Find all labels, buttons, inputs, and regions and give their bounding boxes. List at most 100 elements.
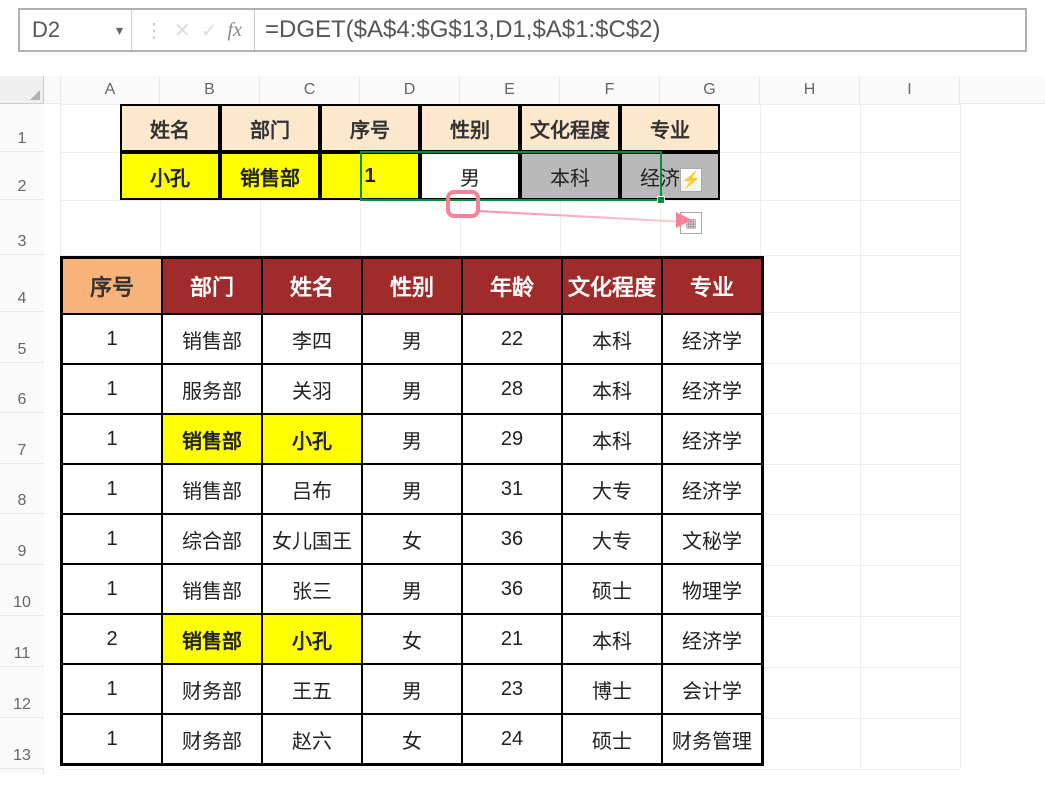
table-cell[interactable]: 本科 xyxy=(562,614,662,664)
table-cell[interactable]: 1 xyxy=(62,314,162,364)
criteria-header-cell[interactable]: 性别 xyxy=(420,104,520,152)
table-cell[interactable]: 36 xyxy=(462,514,562,564)
table-cell[interactable]: 赵六 xyxy=(262,714,362,764)
table-cell[interactable]: 1 xyxy=(62,564,162,614)
criteria-header-cell[interactable]: 序号 xyxy=(320,104,420,152)
table-cell[interactable]: 1 xyxy=(62,514,162,564)
table-header-cell[interactable]: 文化程度 xyxy=(562,258,662,314)
formula-input[interactable]: =DGET($A$4:$G$13,D1,$A$1:$C$2) xyxy=(255,10,1025,50)
table-cell[interactable]: 29 xyxy=(462,414,562,464)
row-header[interactable]: 2 xyxy=(0,152,44,200)
table-cell[interactable]: 综合部 xyxy=(162,514,262,564)
fx-icon[interactable]: fx xyxy=(228,19,242,42)
table-cell[interactable]: 博士 xyxy=(562,664,662,714)
table-cell[interactable]: 销售部 xyxy=(162,614,262,664)
table-cell[interactable]: 销售部 xyxy=(162,464,262,514)
chevron-down-icon[interactable]: ▾ xyxy=(116,22,123,39)
column-header[interactable]: A xyxy=(60,76,160,104)
table-cell[interactable]: 大专 xyxy=(562,464,662,514)
criteria-value-cell[interactable]: 本科 xyxy=(520,152,620,200)
criteria-value-cell[interactable]: 经济学 xyxy=(620,152,720,200)
table-cell[interactable]: 销售部 xyxy=(162,414,262,464)
row-header[interactable]: 4 xyxy=(0,255,44,312)
table-cell[interactable]: 女 xyxy=(362,514,462,564)
table-cell[interactable]: 31 xyxy=(462,464,562,514)
table-cell[interactable]: 经济学 xyxy=(662,364,762,414)
selection-fill-handle[interactable] xyxy=(657,196,665,204)
table-cell[interactable]: 24 xyxy=(462,714,562,764)
name-box[interactable]: D2 ▾ xyxy=(20,10,132,50)
column-header[interactable]: I xyxy=(860,76,960,104)
table-cell[interactable]: 关羽 xyxy=(262,364,362,414)
table-cell[interactable]: 本科 xyxy=(562,314,662,364)
row-header[interactable]: 3 xyxy=(0,200,44,255)
table-cell[interactable]: 1 xyxy=(62,464,162,514)
table-header-cell[interactable]: 序号 xyxy=(62,258,162,314)
table-cell[interactable]: 文秘学 xyxy=(662,514,762,564)
table-cell[interactable]: 服务部 xyxy=(162,364,262,414)
column-header[interactable]: G xyxy=(660,76,760,104)
table-cell[interactable]: 1 xyxy=(62,664,162,714)
table-cell[interactable]: 硕士 xyxy=(562,714,662,764)
table-cell[interactable]: 李四 xyxy=(262,314,362,364)
row-header[interactable]: 1 xyxy=(0,104,44,152)
table-cell[interactable]: 本科 xyxy=(562,414,662,464)
table-header-cell[interactable]: 姓名 xyxy=(262,258,362,314)
table-header-cell[interactable]: 年龄 xyxy=(462,258,562,314)
table-cell[interactable]: 女 xyxy=(362,714,462,764)
table-cell[interactable]: 男 xyxy=(362,314,462,364)
table-cell[interactable]: 男 xyxy=(362,414,462,464)
row-header[interactable]: 9 xyxy=(0,514,44,565)
table-cell[interactable]: 男 xyxy=(362,364,462,414)
column-header[interactable]: C xyxy=(260,76,360,104)
table-cell[interactable]: 大专 xyxy=(562,514,662,564)
table-cell[interactable]: 吕布 xyxy=(262,464,362,514)
table-cell[interactable]: 男 xyxy=(362,664,462,714)
table-cell[interactable]: 22 xyxy=(462,314,562,364)
column-header[interactable]: D xyxy=(360,76,460,104)
table-cell[interactable]: 1 xyxy=(62,714,162,764)
column-header[interactable]: F xyxy=(560,76,660,104)
table-cell[interactable]: 经济学 xyxy=(662,614,762,664)
column-header[interactable]: E xyxy=(460,76,560,104)
flash-fill-icon[interactable]: ⚡ xyxy=(680,168,702,192)
enter-icon[interactable]: ✓ xyxy=(201,18,218,43)
table-cell[interactable]: 女儿国王 xyxy=(262,514,362,564)
select-all-corner[interactable] xyxy=(0,76,44,104)
table-header-cell[interactable]: 专业 xyxy=(662,258,762,314)
table-cell[interactable]: 小孔 xyxy=(262,414,362,464)
table-cell[interactable]: 财务部 xyxy=(162,664,262,714)
row-header[interactable]: 8 xyxy=(0,464,44,514)
column-header[interactable]: H xyxy=(760,76,860,104)
table-header-cell[interactable]: 部门 xyxy=(162,258,262,314)
table-cell[interactable]: 男 xyxy=(362,564,462,614)
table-cell[interactable]: 硕士 xyxy=(562,564,662,614)
table-cell[interactable]: 经济学 xyxy=(662,464,762,514)
table-cell[interactable]: 女 xyxy=(362,614,462,664)
row-header[interactable]: 6 xyxy=(0,363,44,413)
table-cell[interactable]: 小孔 xyxy=(262,614,362,664)
criteria-value-cell[interactable]: 1 xyxy=(320,152,420,200)
table-cell[interactable]: 物理学 xyxy=(662,564,762,614)
table-cell[interactable]: 23 xyxy=(462,664,562,714)
table-cell[interactable]: 财务部 xyxy=(162,714,262,764)
criteria-header-cell[interactable]: 部门 xyxy=(220,104,320,152)
table-cell[interactable]: 会计学 xyxy=(662,664,762,714)
row-header[interactable]: 7 xyxy=(0,413,44,464)
table-cell[interactable]: 21 xyxy=(462,614,562,664)
table-cell[interactable]: 本科 xyxy=(562,364,662,414)
row-header[interactable]: 10 xyxy=(0,565,44,616)
row-header[interactable]: 5 xyxy=(0,312,44,363)
criteria-value-cell[interactable]: 小孔 xyxy=(120,152,220,200)
table-cell[interactable]: 男 xyxy=(362,464,462,514)
table-cell[interactable]: 销售部 xyxy=(162,564,262,614)
table-cell[interactable]: 36 xyxy=(462,564,562,614)
table-cell[interactable]: 销售部 xyxy=(162,314,262,364)
table-cell[interactable]: 2 xyxy=(62,614,162,664)
table-cell[interactable]: 王五 xyxy=(262,664,362,714)
table-header-cell[interactable]: 性别 xyxy=(362,258,462,314)
table-cell[interactable]: 张三 xyxy=(262,564,362,614)
cancel-icon[interactable]: ✕ xyxy=(174,18,191,43)
table-cell[interactable]: 1 xyxy=(62,364,162,414)
table-cell[interactable]: 经济学 xyxy=(662,414,762,464)
